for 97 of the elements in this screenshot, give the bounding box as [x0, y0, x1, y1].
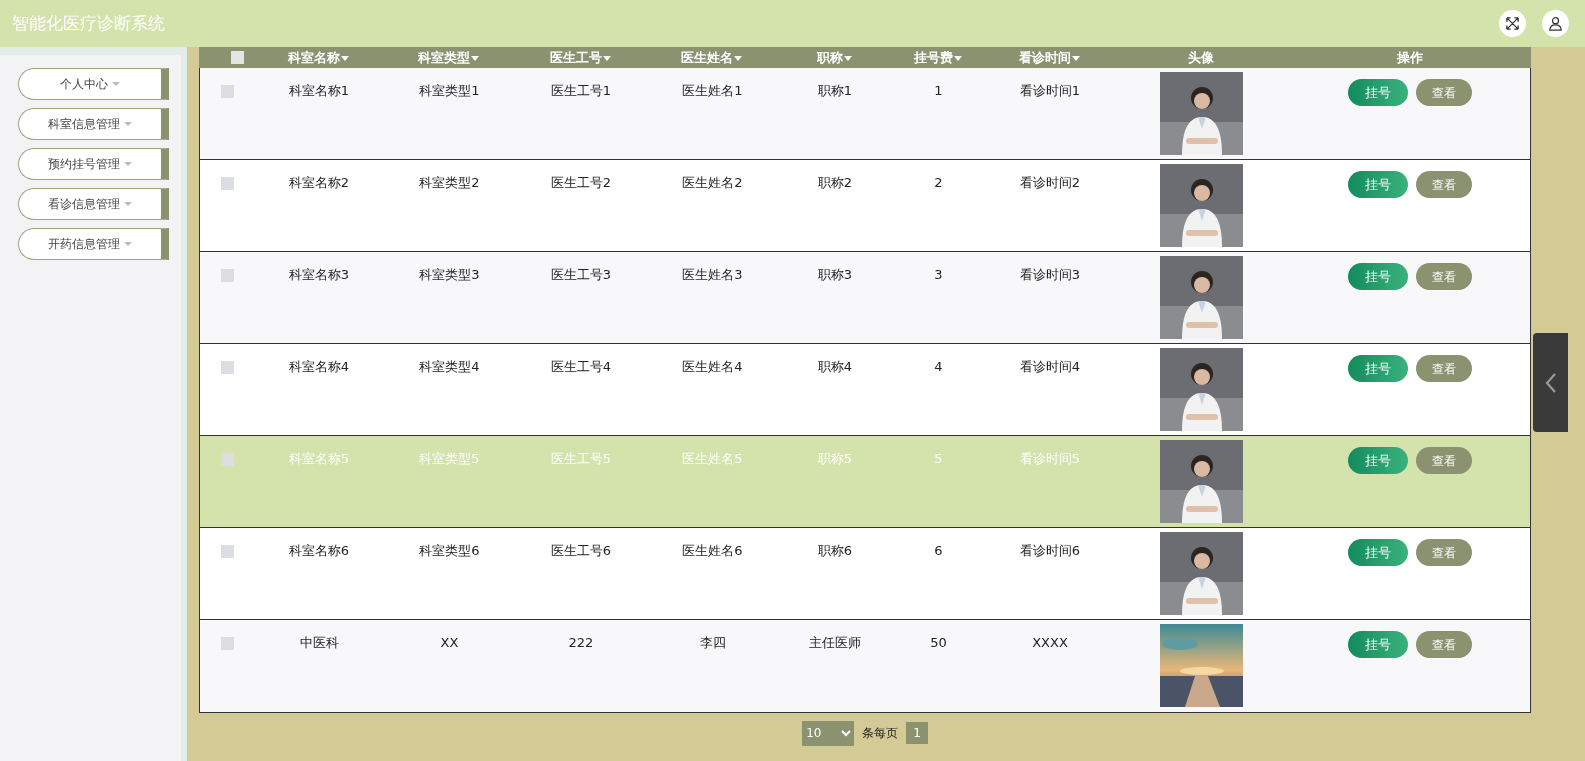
table-cell: 李四 [699, 635, 726, 650]
sidebar-item[interactable]: 开药信息管理 [18, 228, 169, 260]
table-row[interactable]: 科室名称5 科室类型5 医生工号5 医生姓名5 职称5 5 看诊时间5 挂号 查看 [200, 436, 1530, 528]
row-checkbox[interactable] [221, 361, 234, 374]
row-checkbox[interactable] [221, 177, 234, 190]
table-cell: 科室类型3 [419, 267, 480, 282]
table-cell: 医生姓名4 [682, 359, 743, 374]
table-cell: 医生姓名3 [682, 267, 743, 282]
fullscreen-icon[interactable] [1499, 10, 1526, 37]
table-cell: 职称4 [817, 359, 853, 374]
table-cell: 科室类型4 [419, 359, 480, 374]
table-row[interactable]: 科室名称3 科室类型3 医生工号3 医生姓名3 职称3 3 看诊时间3 挂号 查看 [200, 252, 1530, 344]
view-button[interactable]: 查看 [1415, 355, 1472, 382]
table-cell: 科室名称2 [288, 175, 350, 190]
column-header[interactable]: 医生工号 [549, 47, 611, 68]
view-button[interactable]: 查看 [1415, 263, 1472, 290]
view-button[interactable]: 查看 [1415, 447, 1472, 474]
table-cell: 科室类型1 [419, 83, 480, 98]
table-cell: 3 [934, 267, 943, 282]
register-button[interactable]: 挂号 [1347, 631, 1408, 658]
table-cell: 职称2 [817, 175, 853, 190]
table-cell: 科室名称6 [288, 543, 350, 558]
table-cell: 科室名称5 [288, 451, 350, 466]
row-checkbox[interactable] [221, 85, 234, 98]
page-size-select[interactable]: 10 [802, 720, 855, 746]
sidebar-item[interactable]: 科室信息管理 [18, 108, 169, 140]
table-cell: 科室名称4 [288, 359, 350, 374]
table-cell: 科室类型5 [419, 451, 480, 466]
app-title: 智能化医疗诊断系统 [12, 11, 165, 35]
column-header: 操作 [1396, 48, 1423, 67]
register-button[interactable]: 挂号 [1347, 79, 1408, 106]
register-button[interactable]: 挂号 [1347, 263, 1408, 290]
view-button[interactable]: 查看 [1415, 79, 1472, 106]
table-cell: 中医科 [299, 635, 339, 650]
chevron-left-icon [1544, 371, 1557, 394]
table-cell: 医生姓名6 [682, 543, 743, 558]
table-cell: 科室名称1 [288, 83, 350, 98]
table-row[interactable]: 科室名称1 科室类型1 医生工号1 医生姓名1 职称1 1 看诊时间1 挂号 查看 [200, 68, 1530, 160]
column-header[interactable]: 看诊时间 [1018, 47, 1080, 68]
register-button[interactable]: 挂号 [1347, 171, 1408, 198]
page-button[interactable]: 1 [906, 722, 928, 744]
view-button[interactable]: 查看 [1415, 171, 1472, 198]
table-cell: 医生工号3 [550, 267, 612, 282]
table-cell: 2 [934, 175, 943, 190]
sidebar-item[interactable]: 看诊信息管理 [18, 188, 169, 220]
view-button[interactable]: 查看 [1415, 631, 1472, 658]
table-cell: 职称5 [817, 451, 853, 466]
register-button[interactable]: 挂号 [1347, 539, 1408, 566]
table-cell: 看诊时间6 [1019, 543, 1081, 558]
table-cell: 1 [934, 83, 943, 98]
sidebar-item[interactable]: 预约挂号管理 [18, 148, 169, 180]
table-cell: XXXX [1032, 635, 1068, 650]
row-checkbox[interactable] [221, 637, 234, 650]
table-cell: 看诊时间4 [1019, 359, 1081, 374]
table-cell: 看诊时间3 [1019, 267, 1081, 282]
column-header: 头像 [1187, 48, 1214, 67]
table-row[interactable]: 中医科 XX 222 李四 主任医师 50 XXXX 挂号 查看 [200, 620, 1530, 712]
table-cell: 看诊时间2 [1019, 175, 1081, 190]
table-cell: 职称3 [817, 267, 853, 282]
row-checkbox[interactable] [221, 269, 234, 282]
collapse-tab[interactable] [1533, 333, 1568, 432]
table-cell: 职称1 [817, 83, 853, 98]
table-cell: 科室名称3 [288, 267, 350, 282]
table-cell: 医生工号2 [550, 175, 612, 190]
table-cell: 5 [934, 451, 943, 466]
column-header[interactable]: 挂号费 [913, 47, 962, 68]
select-all-checkbox[interactable] [230, 51, 244, 64]
table-cell: 222 [568, 635, 594, 650]
register-button[interactable]: 挂号 [1347, 355, 1408, 382]
column-header[interactable]: 科室名称 [287, 47, 349, 68]
table-cell: 科室类型6 [419, 543, 480, 558]
table-cell: 50 [930, 635, 947, 650]
column-header[interactable]: 医生姓名 [681, 47, 742, 68]
table-cell: 医生姓名5 [682, 451, 743, 466]
table-cell: 医生工号5 [550, 451, 612, 466]
table-cell: 医生工号1 [550, 83, 612, 98]
table-cell: 看诊时间5 [1019, 451, 1081, 466]
table-cell: 6 [934, 543, 943, 558]
table-cell: 医生工号6 [550, 543, 612, 558]
user-icon[interactable] [1542, 10, 1569, 37]
table-cell: 医生工号4 [550, 359, 612, 374]
row-checkbox[interactable] [221, 453, 234, 466]
table-cell: 医生姓名2 [682, 175, 743, 190]
register-button[interactable]: 挂号 [1347, 447, 1408, 474]
table-cell: 医生姓名1 [682, 83, 743, 98]
table-cell: 看诊时间1 [1019, 83, 1081, 98]
table-cell: 主任医师 [809, 635, 861, 650]
view-button[interactable]: 查看 [1415, 539, 1472, 566]
table-cell: 4 [934, 359, 943, 374]
column-header[interactable]: 科室类型 [418, 47, 479, 68]
column-header[interactable]: 职称 [816, 47, 852, 68]
table-cell: 科室类型2 [419, 175, 480, 190]
table-cell: 职称6 [817, 543, 853, 558]
row-checkbox[interactable] [221, 545, 234, 558]
page-size-label: 条每页 [862, 725, 899, 742]
sidebar-item[interactable]: 个人中心 [18, 68, 169, 100]
table-cell: XX [440, 635, 459, 650]
